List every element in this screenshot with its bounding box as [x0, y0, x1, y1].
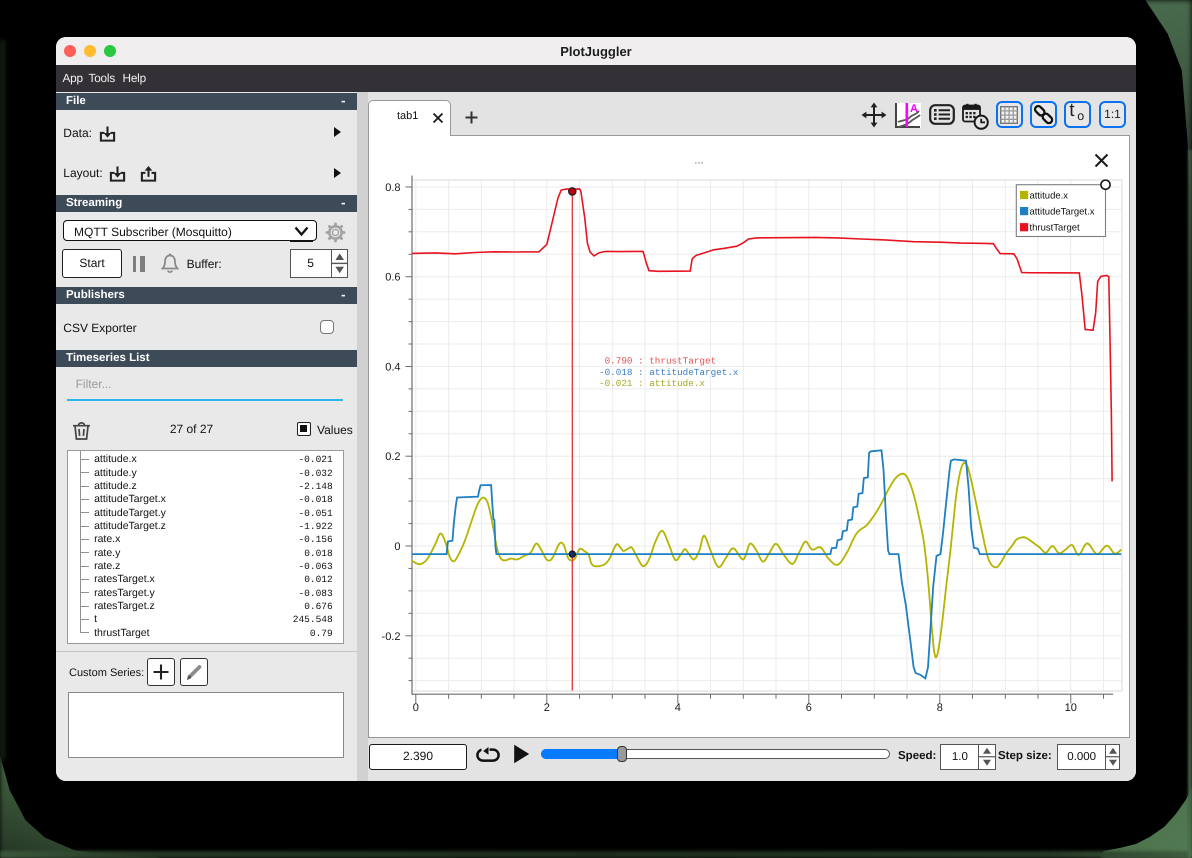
svg-text:A: A [910, 103, 918, 115]
svg-text:attitudeTarget.x: attitudeTarget.x [1029, 206, 1094, 217]
svg-text:0.6: 0.6 [385, 272, 400, 284]
svg-text:attitude.x: attitude.x [1029, 190, 1068, 201]
svg-text:10: 10 [1064, 702, 1076, 714]
svg-text:0.790 : thrustTarget: 0.790 : thrustTarget [599, 356, 716, 367]
svg-text:-0.2: -0.2 [381, 631, 400, 643]
svg-text:-0.021 : attitude.x: -0.021 : attitude.x [599, 378, 705, 389]
svg-text:-0.018 : attitudeTarget.x: -0.018 : attitudeTarget.x [599, 367, 739, 378]
svg-text:6: 6 [805, 702, 811, 714]
svg-text:0.4: 0.4 [385, 362, 400, 374]
svg-text:8: 8 [936, 702, 942, 714]
svg-text:2: 2 [543, 702, 549, 714]
svg-text:0.2: 0.2 [385, 451, 400, 463]
svg-text:4: 4 [674, 702, 680, 714]
svg-text:0.8: 0.8 [385, 182, 400, 194]
svg-text:thrustTarget: thrustTarget [1029, 223, 1080, 234]
svg-text:...: ... [694, 155, 703, 167]
svg-text:0: 0 [394, 541, 400, 553]
svg-text:0: 0 [412, 702, 418, 714]
